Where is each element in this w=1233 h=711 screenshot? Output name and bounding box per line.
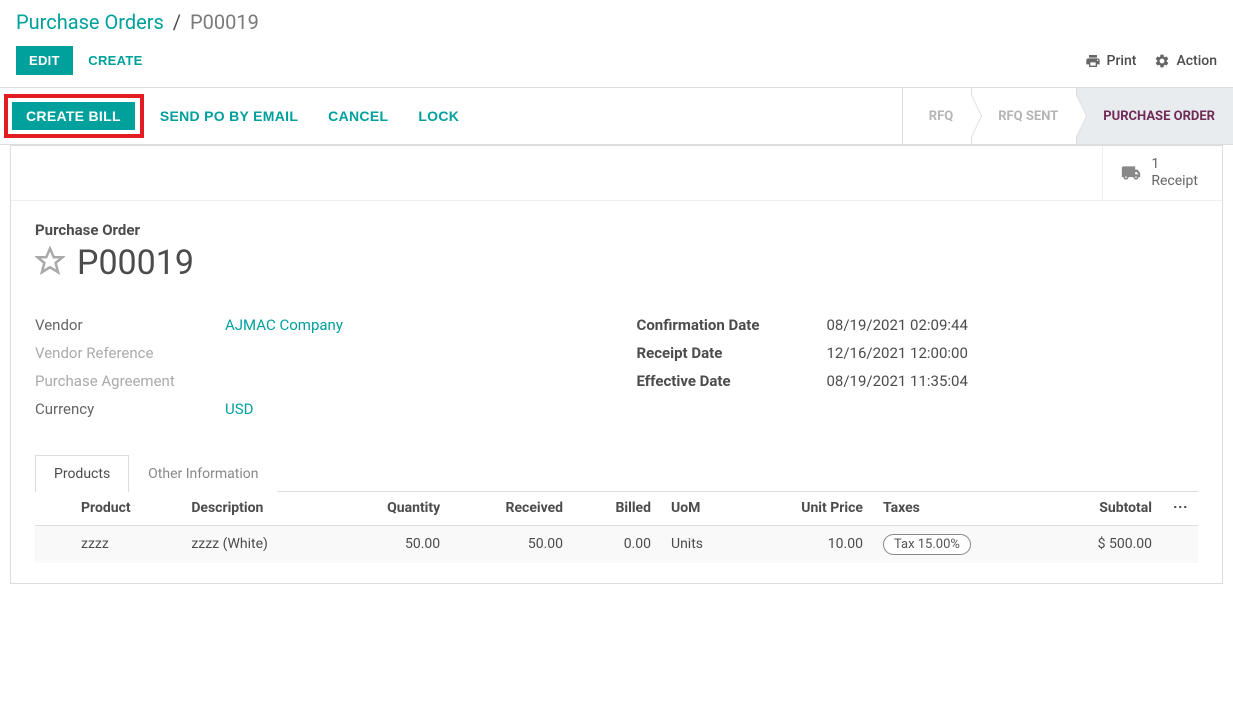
status-step-rfq[interactable]: RFQ [902, 88, 971, 144]
cell-billed: 0.00 [573, 525, 661, 563]
th-uom[interactable]: UoM [661, 492, 743, 526]
vendor-value[interactable]: AJMAC Company [225, 316, 343, 334]
gear-icon [1154, 53, 1170, 69]
fields-right: Confirmation Date 08/19/2021 02:09:44 Re… [637, 311, 1199, 423]
breadcrumb: Purchase Orders / P00019 [0, 0, 1233, 38]
button-box: 1 Receipt [11, 146, 1222, 201]
form-sheet: 1 Receipt Purchase Order P00019 Vendor A… [10, 145, 1223, 584]
vendor-ref-label: Vendor Reference [35, 344, 225, 362]
confirmation-date-value: 08/19/2021 02:09:44 [827, 316, 968, 334]
print-button[interactable]: Print [1085, 53, 1137, 69]
cell-uom: Units [661, 525, 743, 563]
receipt-label: Receipt [1151, 173, 1198, 190]
effective-date-value: 08/19/2021 11:35:04 [827, 372, 968, 390]
status-step-rfq-sent[interactable]: RFQ SENT [971, 88, 1076, 144]
cell-unit-price: 10.00 [743, 525, 873, 563]
receipt-date-label: Receipt Date [637, 344, 827, 362]
th-taxes[interactable]: Taxes [873, 492, 1044, 526]
th-subtotal[interactable]: Subtotal [1044, 492, 1162, 526]
currency-label: Currency [35, 400, 225, 418]
receipt-date-value: 12/16/2021 12:00:00 [827, 344, 968, 362]
th-billed[interactable]: Billed [573, 492, 661, 526]
send-po-button[interactable]: SEND PO BY EMAIL [146, 102, 312, 130]
cell-subtotal: $ 500.00 [1044, 525, 1162, 563]
action-button[interactable]: Action [1154, 53, 1217, 69]
create-bill-button[interactable]: CREATE BILL [12, 102, 135, 130]
th-quantity[interactable]: Quantity [334, 492, 450, 526]
highlight-box: CREATE BILL [4, 94, 144, 138]
toolbar-left: EDIT CREATE [16, 46, 155, 75]
breadcrumb-separator: / [173, 10, 181, 34]
status-steps: RFQ RFQ SENT PURCHASE ORDER [902, 88, 1233, 144]
vendor-label: Vendor [35, 316, 225, 334]
create-button[interactable]: CREATE [76, 47, 154, 74]
lock-button[interactable]: LOCK [404, 102, 473, 130]
receipt-stat-button[interactable]: 1 Receipt [1102, 146, 1222, 200]
cell-product: zzzz [71, 525, 181, 563]
cell-taxes: Tax 15.00% [873, 525, 1044, 563]
statusbar: CREATE BILL SEND PO BY EMAIL CANCEL LOCK… [0, 87, 1233, 145]
print-icon [1085, 53, 1101, 69]
tax-chip: Tax 15.00% [883, 534, 971, 555]
receipt-stat-text: 1 Receipt [1151, 156, 1198, 190]
th-drag [35, 492, 71, 526]
tabs: Products Other Information [35, 455, 1198, 492]
confirmation-date-label: Confirmation Date [637, 316, 827, 334]
receipt-count: 1 [1151, 156, 1198, 173]
effective-date-label: Effective Date [637, 372, 827, 390]
print-label: Print [1107, 53, 1137, 69]
breadcrumb-root[interactable]: Purchase Orders [16, 10, 164, 34]
cancel-button[interactable]: CANCEL [314, 102, 402, 130]
favorite-star-icon[interactable] [35, 246, 65, 280]
status-step-purchase-order[interactable]: PURCHASE ORDER [1076, 88, 1233, 144]
tab-other-information[interactable]: Other Information [129, 455, 277, 492]
cell-quantity: 50.00 [334, 525, 450, 563]
th-more[interactable]: ⋮ [1162, 492, 1198, 526]
statusbar-actions: CREATE BILL SEND PO BY EMAIL CANCEL LOCK [0, 88, 483, 144]
th-description[interactable]: Description [181, 492, 334, 526]
order-lines-table: Product Description Quantity Received Bi… [35, 492, 1198, 563]
agreement-label: Purchase Agreement [35, 372, 225, 390]
cell-received: 50.00 [450, 525, 573, 563]
th-unit-price[interactable]: Unit Price [743, 492, 873, 526]
toolbar-right: Print Action [1085, 53, 1217, 69]
truck-icon [1119, 163, 1143, 183]
currency-value[interactable]: USD [225, 400, 253, 418]
cell-description: zzzz (White) [181, 525, 334, 563]
toolbar: EDIT CREATE Print Action [0, 38, 1233, 87]
breadcrumb-current: P00019 [190, 10, 259, 34]
more-icon: ⋮ [1172, 500, 1188, 513]
th-received[interactable]: Received [450, 492, 573, 526]
purchase-order-label: Purchase Order [35, 221, 1198, 239]
edit-button[interactable]: EDIT [16, 46, 73, 75]
po-number: P00019 [77, 243, 194, 283]
th-product[interactable]: Product [71, 492, 181, 526]
action-label: Action [1176, 53, 1217, 69]
table-row[interactable]: zzzz zzzz (White) 50.00 50.00 0.00 Units… [35, 525, 1198, 563]
fields-left: Vendor AJMAC Company Vendor Reference Pu… [35, 311, 597, 423]
tab-products[interactable]: Products [35, 455, 129, 492]
